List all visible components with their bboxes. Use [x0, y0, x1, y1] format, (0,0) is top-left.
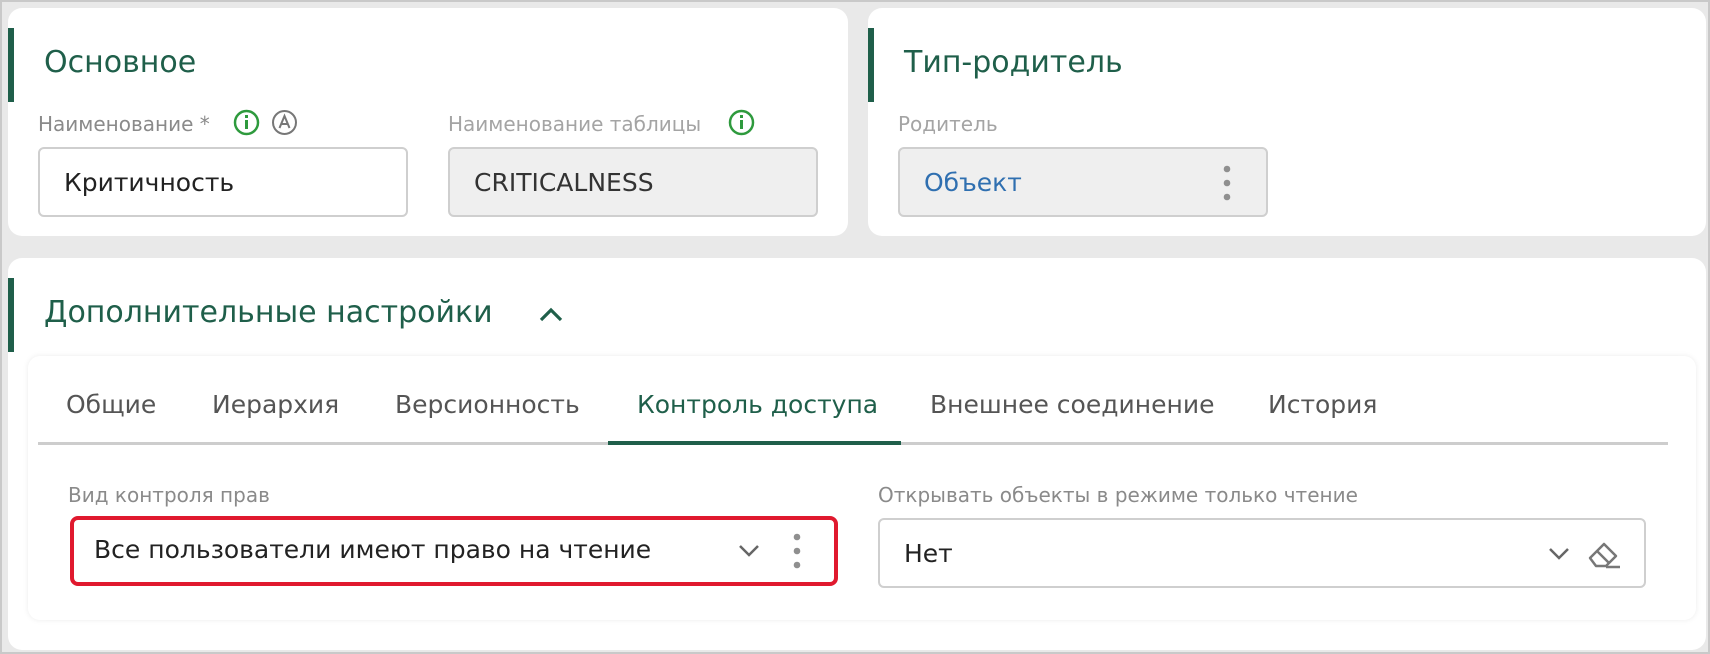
additional-card: Дополнительные настройки	[8, 258, 1706, 650]
table-name-value: CRITICALNESS	[474, 168, 654, 197]
access-control-select[interactable]: Все пользователи имеют право на чтение	[74, 520, 834, 582]
parent-label: Родитель	[898, 112, 998, 136]
info-icon[interactable]	[728, 109, 755, 136]
access-control-label: Вид контроля прав	[68, 483, 270, 507]
section-accent	[8, 28, 14, 102]
chevron-down-icon[interactable]	[738, 544, 760, 558]
tab-general[interactable]: Общие	[66, 390, 156, 419]
parent-link[interactable]: Объект	[924, 168, 1022, 197]
table-name-label: Наименование таблицы	[448, 112, 702, 136]
section-title-additional: Дополнительные настройки	[44, 295, 493, 330]
name-value: Критичность	[64, 168, 235, 197]
active-tab-indicator	[608, 441, 901, 445]
readonly-mode-select[interactable]: Нет	[878, 518, 1646, 588]
auto-translate-icon[interactable]	[271, 109, 298, 136]
tab-versioning[interactable]: Версионность	[395, 390, 580, 419]
parent-card: Тип-родитель Родитель Объект	[868, 8, 1706, 236]
tab-history[interactable]: История	[1268, 390, 1377, 419]
readonly-mode-value: Нет	[904, 539, 953, 568]
tab-access-control[interactable]: Контроль доступа	[637, 390, 878, 419]
info-icon[interactable]	[233, 109, 260, 136]
name-label: Наименование *	[38, 112, 210, 136]
tab-hierarchy[interactable]: Иерархия	[212, 390, 339, 419]
readonly-mode-label: Открывать объекты в режиме только чтение	[878, 483, 1358, 507]
name-input[interactable]: Критичность	[38, 147, 408, 217]
eraser-icon[interactable]	[1586, 536, 1622, 570]
section-accent	[8, 278, 14, 352]
section-title-main: Основное	[44, 45, 197, 80]
tab-external-connection[interactable]: Внешнее соединение	[930, 390, 1214, 419]
parent-field[interactable]: Объект	[898, 147, 1268, 217]
section-accent	[868, 28, 874, 102]
chevron-up-icon[interactable]	[538, 305, 564, 323]
more-vertical-icon[interactable]	[792, 531, 802, 571]
section-title-parent: Тип-родитель	[904, 45, 1123, 80]
more-vertical-icon[interactable]	[1222, 163, 1232, 203]
access-control-value: Все пользователи имеют право на чтение	[94, 535, 652, 564]
chevron-down-icon[interactable]	[1548, 547, 1570, 561]
table-name-input: CRITICALNESS	[448, 147, 818, 217]
main-card: Основное Наименование * Критичность Наим…	[8, 8, 848, 236]
